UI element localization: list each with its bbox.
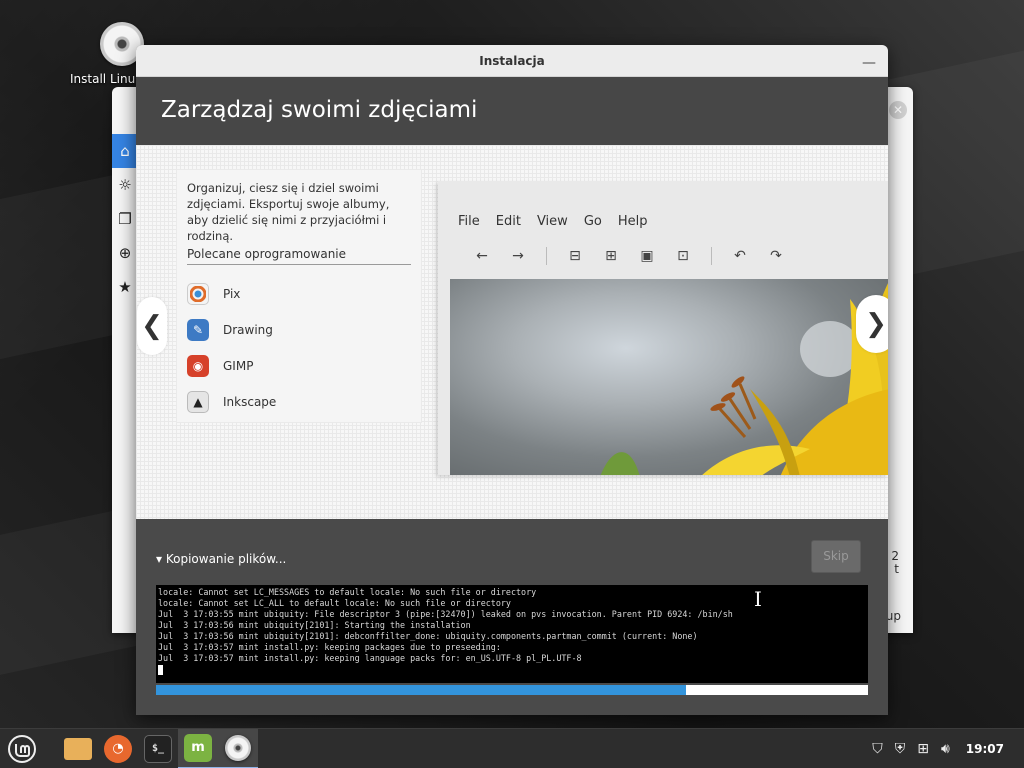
zoom-out-icon: ⊟ bbox=[569, 248, 581, 264]
welcome-text-fragment: t bbox=[894, 562, 899, 576]
slideshow: Organizuj, ciesz się i dziel swoimi zdję… bbox=[136, 145, 888, 519]
install-progress-fill bbox=[156, 685, 687, 695]
log-line: Jul 3 17:03:57 mint install.py: keeping … bbox=[158, 653, 582, 663]
installer-window-button[interactable] bbox=[218, 728, 258, 768]
progress-expander[interactable]: ▾ Kopiowanie plików... bbox=[156, 552, 286, 566]
app-label: Pix bbox=[223, 287, 241, 301]
volume-icon[interactable]: 🔊︎ bbox=[941, 741, 950, 757]
minimize-button[interactable]: — bbox=[860, 47, 878, 79]
files-launcher[interactable] bbox=[58, 729, 98, 768]
mint-logo-icon bbox=[8, 734, 36, 763]
shield-icon[interactable]: ⛨ bbox=[895, 741, 906, 757]
gimp-icon: ◉ bbox=[187, 355, 209, 377]
menu-item: Go bbox=[583, 214, 602, 229]
app-item-drawing: ✎ Drawing bbox=[187, 318, 273, 342]
terminal-launcher[interactable]: $_ bbox=[138, 729, 178, 768]
screenshot-toolbar: ← → ⊟ ⊞ ▣ ⊡ ↶ ↷ bbox=[464, 247, 794, 265]
window-titlebar[interactable]: Instalacja — bbox=[136, 45, 888, 77]
menu-item: View bbox=[536, 214, 568, 229]
rotate-left-icon: ↶ bbox=[734, 248, 746, 264]
zoom-in-icon: ⊞ bbox=[605, 248, 617, 264]
toolbar-separator bbox=[546, 247, 547, 265]
skip-button[interactable]: Skip bbox=[811, 540, 861, 573]
lily-photo bbox=[450, 279, 888, 475]
install-progress-bar bbox=[156, 685, 868, 695]
welcome-sidebar: ⌂ ☼ ❐ ⊕ ★ bbox=[112, 134, 138, 304]
menu-item: Help bbox=[617, 214, 648, 229]
close-icon[interactable]: ✕ bbox=[889, 101, 907, 119]
rotate-right-icon: ↷ bbox=[770, 248, 782, 264]
slide-description: Organizuj, ciesz się i dziel swoimi zdję… bbox=[187, 181, 390, 243]
toolbar-separator bbox=[711, 247, 712, 265]
progress-status-text: Kopiowanie plików... bbox=[165, 552, 287, 566]
installer-window: Instalacja — Zarządzaj swoimi zdjęciami … bbox=[136, 45, 888, 715]
text-cursor bbox=[158, 664, 163, 675]
pix-icon bbox=[187, 283, 209, 305]
app-item-gimp: ◉ GIMP bbox=[187, 354, 253, 378]
log-cursor-line bbox=[158, 664, 866, 675]
forward-arrow-icon: → bbox=[512, 248, 524, 264]
slide-info-card: Organizuj, ciesz się i dziel swoimi zdję… bbox=[176, 169, 422, 423]
zoom-fit-icon: ⊡ bbox=[677, 248, 689, 264]
app-item-pix: Pix bbox=[187, 282, 240, 306]
triangle-down-icon: ▾ bbox=[156, 552, 163, 566]
window-title: Instalacja bbox=[479, 54, 545, 68]
app-label: Inkscape bbox=[223, 395, 277, 409]
app-label: Drawing bbox=[223, 323, 273, 337]
book-icon[interactable]: ❐ bbox=[112, 202, 138, 236]
app-item-inkscape: ▲ Inkscape bbox=[187, 390, 276, 414]
menu-item: Edit bbox=[495, 214, 521, 229]
mintinstall-window-button[interactable]: m bbox=[178, 728, 218, 768]
log-line: Jul 3 17:03:56 mint ubiquity[2101]: Star… bbox=[158, 620, 471, 630]
slide-screenshot: File Edit View Go Help ← → ⊟ ⊞ ▣ ⊡ ↶ ↷ bbox=[438, 181, 888, 475]
recommended-software-heading: Polecane oprogramowanie bbox=[187, 247, 411, 265]
clock[interactable]: 19:07 bbox=[966, 742, 1004, 756]
home-icon[interactable]: ⌂ bbox=[112, 134, 138, 168]
back-arrow-icon: ← bbox=[476, 248, 488, 264]
update-manager-icon[interactable]: ⛉ bbox=[872, 741, 883, 757]
inkscape-icon: ▲ bbox=[187, 391, 209, 413]
app-label: GIMP bbox=[223, 359, 254, 373]
drawing-icon: ✎ bbox=[187, 319, 209, 341]
screenshot-menubar: File Edit View Go Help bbox=[458, 214, 647, 229]
menu-button[interactable] bbox=[2, 729, 42, 768]
star-icon[interactable]: ★ bbox=[112, 270, 138, 304]
progress-section: ▾ Kopiowanie plików... Skip locale: Cann… bbox=[136, 519, 888, 715]
firefox-launcher[interactable]: ◔ bbox=[98, 729, 138, 768]
help-icon[interactable]: ⊕ bbox=[112, 236, 138, 270]
previous-slide-button[interactable]: ❮ bbox=[137, 297, 167, 355]
log-line: Jul 3 17:03:57 mint install.py: keeping … bbox=[158, 642, 501, 652]
menu-item: File bbox=[458, 214, 480, 229]
chevron-left-icon: ❮ bbox=[141, 311, 163, 341]
welcome-text-fragment: up bbox=[885, 609, 901, 623]
zoom-normal-icon: ▣ bbox=[640, 248, 654, 264]
taskbar: ◔ $_ m ⛉ ⛨ ⊞ 🔊︎ 19:07 bbox=[0, 728, 1024, 768]
firefox-icon: ◔ bbox=[104, 734, 132, 763]
lightbulb-icon[interactable]: ☼ bbox=[112, 168, 138, 202]
slide-title: Zarządzaj swoimi zdjęciami bbox=[136, 77, 888, 145]
folder-icon bbox=[64, 737, 92, 760]
terminal-icon: $_ bbox=[144, 734, 172, 763]
next-slide-button[interactable]: ❯ bbox=[856, 295, 888, 353]
disc-icon bbox=[225, 734, 251, 761]
network-icon[interactable]: ⊞ bbox=[917, 741, 929, 757]
log-line: Jul 3 17:03:56 mint ubiquity[2101]: debc… bbox=[158, 631, 698, 641]
system-tray: ⛉ ⛨ ⊞ 🔊︎ 19:07 bbox=[872, 729, 1024, 768]
welcome-text-fragment: 2 bbox=[891, 549, 899, 563]
ibeam-cursor-icon: I bbox=[754, 587, 762, 611]
mint-welcome-icon: m bbox=[184, 733, 212, 762]
chevron-right-icon: ❯ bbox=[865, 309, 887, 339]
